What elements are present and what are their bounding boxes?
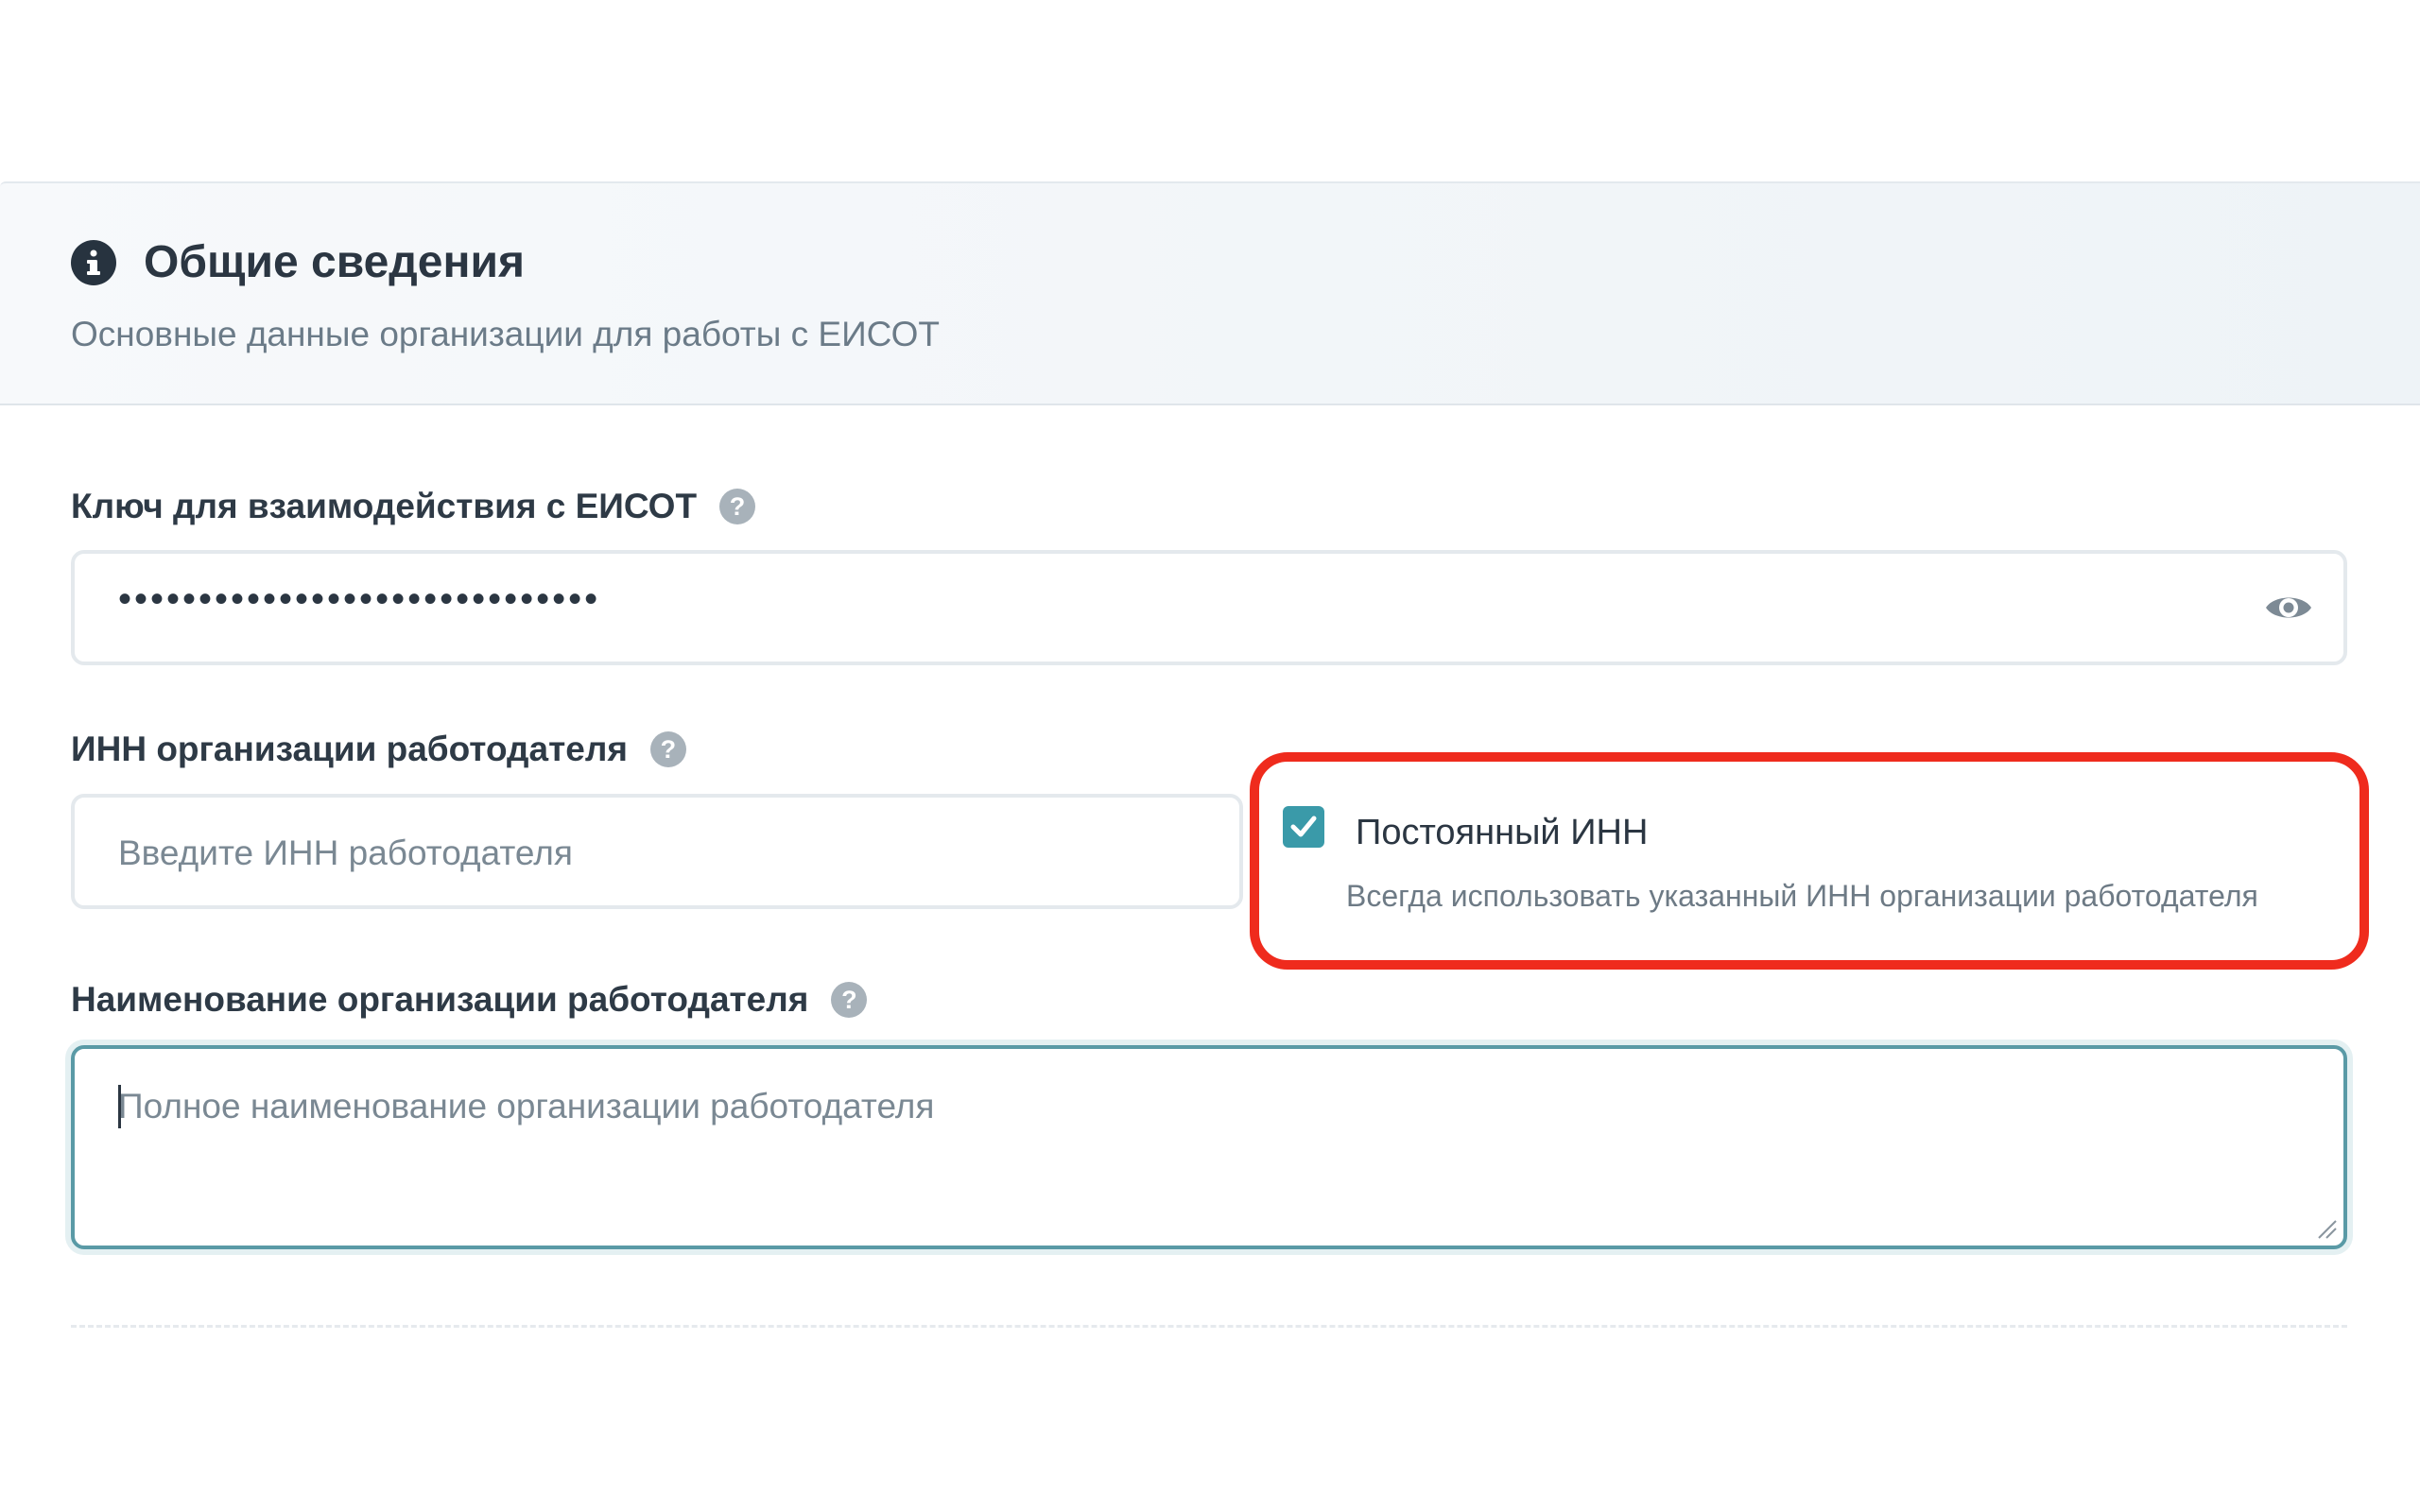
permanent-inn-highlight xyxy=(1250,752,2369,970)
info-icon xyxy=(71,240,116,285)
permanent-inn-checkbox[interactable] xyxy=(1283,806,1324,848)
name-textarea[interactable]: Полное наименование организации работода… xyxy=(71,1045,2347,1249)
name-textarea-placeholder: Полное наименование организации работода… xyxy=(118,1087,935,1125)
inn-field-label-text: ИНН организации работодателя xyxy=(71,730,628,768)
inn-field-label: ИНН организации работодателя ? xyxy=(71,730,686,769)
key-input[interactable]: •••••••••••••••••••••••••••••• xyxy=(71,550,2347,665)
section-subtitle: Основные данные организации для работы с… xyxy=(71,315,940,353)
eye-icon[interactable] xyxy=(2262,584,2315,631)
help-icon[interactable]: ? xyxy=(649,731,686,767)
key-field-label: Ключ для взаимодействия с ЕИСОТ ? xyxy=(71,487,756,526)
key-input-value: •••••••••••••••••••••••••••••• xyxy=(118,578,601,620)
permanent-inn-label[interactable]: Постоянный ИНН xyxy=(1356,813,1648,853)
section-title: Общие сведения xyxy=(144,237,525,287)
inn-input[interactable]: Введите ИНН работодателя xyxy=(71,794,1243,909)
inn-input-placeholder: Введите ИНН работодателя xyxy=(118,833,573,872)
name-field-label: Наименование организации работодателя ? xyxy=(71,980,868,1020)
resize-grip-icon[interactable] xyxy=(2313,1215,2338,1240)
permanent-inn-hint: Всегда использовать указанный ИНН органи… xyxy=(1346,879,2258,913)
check-icon xyxy=(1290,816,1317,837)
section-divider xyxy=(71,1325,2347,1328)
key-field-label-text: Ключ для взаимодействия с ЕИСОТ xyxy=(71,487,698,525)
name-field-label-text: Наименование организации работодателя xyxy=(71,980,809,1019)
section-header xyxy=(0,181,2420,405)
help-icon[interactable]: ? xyxy=(831,982,868,1018)
help-icon[interactable]: ? xyxy=(719,489,756,524)
